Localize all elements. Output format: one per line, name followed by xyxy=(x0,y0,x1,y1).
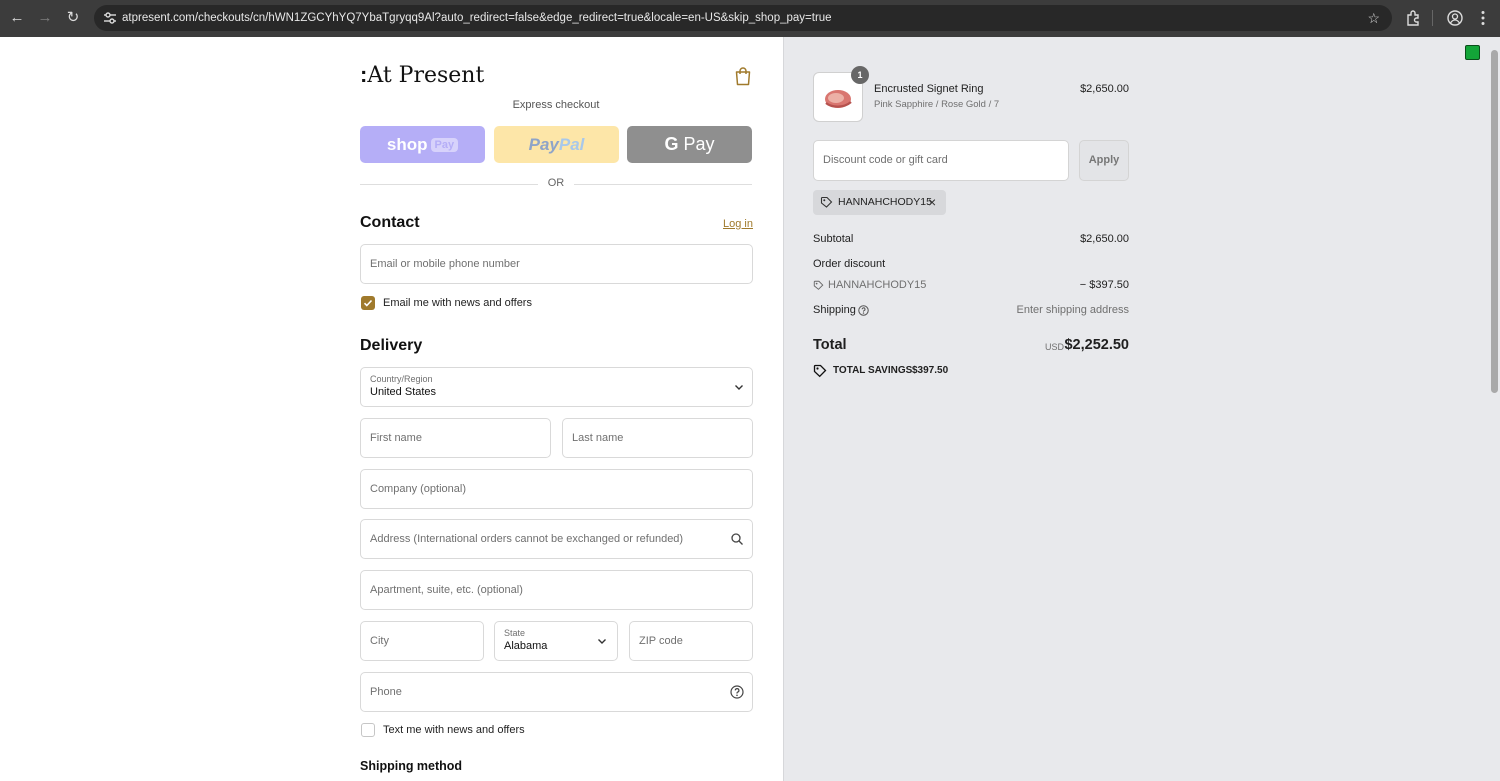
address-bar[interactable]: atpresent.com/checkouts/cn/hWN1ZGCYhYQ7Y… xyxy=(94,5,1392,31)
paypal-wordmark-b: Pal xyxy=(558,134,585,154)
shop-pay-wordmark: shop xyxy=(386,134,428,154)
city-placeholder: City xyxy=(370,635,389,647)
store-logo[interactable]: :At Present xyxy=(360,62,484,88)
email-news-label: Email me with news and offers xyxy=(383,297,532,309)
shipping-value: Enter shipping address xyxy=(1016,304,1129,316)
item-price: $2,650.00 xyxy=(1080,83,1129,95)
address-field[interactable]: Address (International orders cannot be … xyxy=(360,519,753,559)
country-select[interactable]: Country/Region United States xyxy=(360,367,753,407)
express-checkout-label: Express checkout xyxy=(512,99,600,111)
reload-icon[interactable]: ↻ xyxy=(62,7,84,29)
menu-kebab-icon[interactable] xyxy=(1474,9,1492,27)
first-name-placeholder: First name xyxy=(370,432,422,444)
applied-code-text: HANNAHCHODY15 xyxy=(838,196,932,208)
bookmark-star-icon[interactable]: ☆ xyxy=(1367,5,1380,31)
logo-wordmark: At Present xyxy=(367,63,485,88)
login-link[interactable]: Log in xyxy=(700,218,753,230)
savings-tag-icon xyxy=(813,364,827,378)
item-variant: Pink Sapphire / Rose Gold / 7 xyxy=(874,99,1000,110)
google-pay-label: Pay xyxy=(683,134,715,154)
state-value: Alabama xyxy=(504,640,548,652)
toolbar-divider xyxy=(1432,10,1433,26)
url-text[interactable]: atpresent.com/checkouts/cn/hWN1ZGCYhYQ7Y… xyxy=(122,5,832,31)
google-pay-button[interactable]: G Pay xyxy=(627,126,752,163)
email-news-checkbox[interactable] xyxy=(361,296,375,310)
quantity-badge: 1 xyxy=(851,66,869,84)
discount-placeholder: Discount code or gift card xyxy=(823,154,948,166)
forward-icon[interactable]: → xyxy=(34,7,56,29)
help-circle-icon[interactable] xyxy=(730,685,744,699)
chevron-down-icon xyxy=(598,639,606,644)
extension-status-badge xyxy=(1465,45,1480,60)
phone-field[interactable]: Phone xyxy=(360,672,753,712)
total-savings-value: $397.50 xyxy=(912,365,949,376)
remove-discount-icon[interactable]: × xyxy=(928,190,936,215)
state-label: State xyxy=(504,628,526,638)
applied-discount-chip: HANNAHCHODY15 × xyxy=(813,190,946,215)
apartment-placeholder: Apartment, suite, etc. (optional) xyxy=(370,584,523,596)
shipping-method-heading: Shipping method xyxy=(360,759,463,773)
discount-value: − $397.50 xyxy=(1079,279,1129,291)
country-label: Country/Region xyxy=(370,374,433,384)
chevron-down-icon xyxy=(735,385,743,390)
company-placeholder: Company (optional) xyxy=(370,483,466,495)
order-discount-label: Order discount xyxy=(813,258,886,270)
paypal-button[interactable]: Pay Pal xyxy=(494,126,619,163)
phone-placeholder: Phone xyxy=(370,686,402,698)
shop-pay-pill: Pay xyxy=(430,137,459,152)
address-placeholder: Address (International orders cannot be … xyxy=(370,533,684,545)
subtotal-label: Subtotal xyxy=(813,233,854,245)
checkmark-icon xyxy=(363,299,373,307)
email-field[interactable]: Email or mobile phone number xyxy=(360,244,753,284)
profile-icon[interactable] xyxy=(1446,9,1464,27)
tag-icon xyxy=(820,196,833,208)
country-value: United States xyxy=(370,386,437,398)
total-label: Total xyxy=(813,337,847,353)
back-icon[interactable]: ← xyxy=(6,7,28,29)
apartment-field[interactable]: Apartment, suite, etc. (optional) xyxy=(360,570,753,610)
first-name-field[interactable]: First name xyxy=(360,418,551,458)
zip-placeholder: ZIP code xyxy=(639,635,683,647)
sms-news-label: Text me with news and offers xyxy=(383,724,525,736)
shopping-bag-icon[interactable] xyxy=(734,66,752,86)
browser-toolbar: ← → ↻ atpresent.com/checkouts/cn/hWN1ZGC… xyxy=(0,0,1500,37)
paypal-wordmark-a: Pay xyxy=(528,134,559,154)
email-placeholder: Email or mobile phone number xyxy=(370,258,520,270)
search-icon xyxy=(731,533,743,545)
scrollbar-thumb[interactable] xyxy=(1491,50,1498,393)
tag-icon xyxy=(813,280,824,290)
total-value: $2,252.50 xyxy=(1064,337,1129,353)
site-settings-icon[interactable] xyxy=(102,10,118,26)
discount-code-text: HANNAHCHODY15 xyxy=(828,279,927,291)
zip-field[interactable]: ZIP code xyxy=(629,621,753,661)
shop-pay-button[interactable]: shop Pay xyxy=(360,126,485,163)
subtotal-value: $2,650.00 xyxy=(1080,233,1129,245)
city-field[interactable]: City xyxy=(360,621,484,661)
item-name: Encrusted Signet Ring xyxy=(874,83,984,95)
help-circle-icon[interactable] xyxy=(858,305,869,316)
last-name-field[interactable]: Last name xyxy=(562,418,753,458)
sms-news-checkbox[interactable] xyxy=(361,723,375,737)
contact-heading: Contact xyxy=(360,214,420,231)
delivery-heading: Delivery xyxy=(360,337,423,354)
or-label: OR xyxy=(538,177,574,189)
extensions-icon[interactable] xyxy=(1404,9,1422,27)
company-field[interactable]: Company (optional) xyxy=(360,469,753,509)
state-select[interactable]: State Alabama xyxy=(494,621,618,661)
google-g-icon: G xyxy=(664,134,679,154)
apply-button[interactable]: Apply xyxy=(1079,140,1129,181)
discount-code-input[interactable]: Discount code or gift card xyxy=(813,140,1069,181)
total-savings-label: TOTAL SAVINGS xyxy=(833,365,913,376)
last-name-placeholder: Last name xyxy=(572,432,624,444)
shipping-label: Shipping xyxy=(813,304,856,316)
